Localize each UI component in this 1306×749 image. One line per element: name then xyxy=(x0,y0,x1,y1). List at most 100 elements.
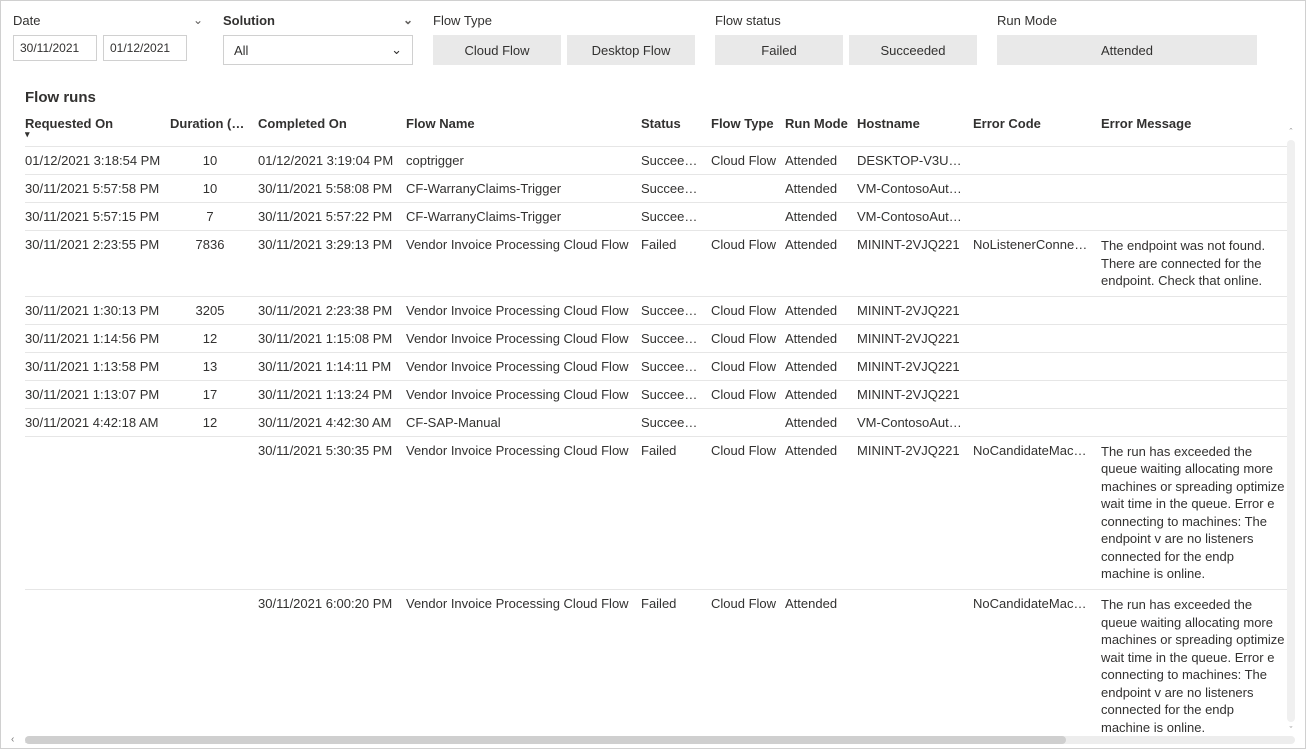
table-row[interactable]: 30/11/2021 1:14:56 PM1230/11/2021 1:15:0… xyxy=(25,324,1293,352)
cell-completed-on: 01/12/2021 3:19:04 PM xyxy=(258,147,406,175)
cell-error-code xyxy=(973,380,1101,408)
cell-flow-name: CF-SAP-Manual xyxy=(406,408,641,436)
cell-requested-on: 30/11/2021 1:13:07 PM xyxy=(25,380,170,408)
filter-flow-status: Flow status Failed Succeeded xyxy=(715,9,977,65)
filter-flow-type: Flow Type Cloud Flow Desktop Flow xyxy=(433,9,695,65)
cell-error-code xyxy=(973,147,1101,175)
filter-date-label: Date xyxy=(13,13,40,28)
col-status[interactable]: Status xyxy=(641,110,711,147)
cell-error-message xyxy=(1101,408,1293,436)
filter-date-header[interactable]: Date ⌄ xyxy=(13,9,203,31)
col-duration[interactable]: Duration (Sec) xyxy=(170,110,258,147)
cell-completed-on: 30/11/2021 1:13:24 PM xyxy=(258,380,406,408)
cell-requested-on: 30/11/2021 1:14:56 PM xyxy=(25,324,170,352)
date-to-input[interactable] xyxy=(103,35,187,61)
cell-error-code xyxy=(973,203,1101,231)
cell-hostname: MININT-2VJQ221 xyxy=(857,352,973,380)
cell-status: Succeeded xyxy=(641,380,711,408)
solution-select[interactable]: All ⌄ xyxy=(223,35,413,65)
col-flow-type[interactable]: Flow Type xyxy=(711,110,785,147)
cell-hostname: MININT-2VJQ221 xyxy=(857,436,973,589)
flow-status-failed[interactable]: Failed xyxy=(715,35,843,65)
table-row[interactable]: 30/11/2021 5:57:15 PM730/11/2021 5:57:22… xyxy=(25,203,1293,231)
cell-flow-type xyxy=(711,203,785,231)
cell-run-mode: Attended xyxy=(785,352,857,380)
scroll-down-icon[interactable]: ˇ xyxy=(1287,724,1295,736)
cell-duration xyxy=(170,436,258,589)
flow-status-succeeded[interactable]: Succeeded xyxy=(849,35,977,65)
run-mode-attended[interactable]: Attended xyxy=(997,35,1257,65)
cell-duration: 13 xyxy=(170,352,258,380)
table-row[interactable]: 30/11/2021 1:30:13 PM320530/11/2021 2:23… xyxy=(25,296,1293,324)
cell-duration: 12 xyxy=(170,324,258,352)
cell-run-mode: Attended xyxy=(785,408,857,436)
cell-error-message: The endpoint was not found. There are co… xyxy=(1101,231,1293,297)
table-row[interactable]: 30/11/2021 4:42:18 AM1230/11/2021 4:42:3… xyxy=(25,408,1293,436)
col-hostname[interactable]: Hostname xyxy=(857,110,973,147)
table-row[interactable]: 30/11/2021 2:23:55 PM783630/11/2021 3:29… xyxy=(25,231,1293,297)
cell-run-mode: Attended xyxy=(785,147,857,175)
table-row[interactable]: 30/11/2021 1:13:58 PM1330/11/2021 1:14:1… xyxy=(25,352,1293,380)
cell-duration: 7836 xyxy=(170,231,258,297)
table-row[interactable]: 30/11/2021 6:00:20 PMVendor Invoice Proc… xyxy=(25,590,1293,743)
cell-error-code: NoCandidateMachine xyxy=(973,590,1101,743)
cell-run-mode: Attended xyxy=(785,175,857,203)
cell-requested-on xyxy=(25,590,170,743)
table-wrap: Requested On ▾ Duration (Sec) Completed … xyxy=(1,110,1305,748)
cell-flow-name: Vendor Invoice Processing Cloud Flow xyxy=(406,436,641,589)
cell-flow-name: Vendor Invoice Processing Cloud Flow xyxy=(406,590,641,743)
col-requested-on[interactable]: Requested On ▾ xyxy=(25,110,170,147)
col-flow-name[interactable]: Flow Name xyxy=(406,110,641,147)
cell-hostname: VM-ContosoAutoC xyxy=(857,203,973,231)
table-row[interactable]: 30/11/2021 1:13:07 PM1730/11/2021 1:13:2… xyxy=(25,380,1293,408)
scroll-thumb[interactable] xyxy=(25,736,1066,744)
cell-status: Succeeded xyxy=(641,175,711,203)
cell-hostname: VM-ContosoAutoC xyxy=(857,408,973,436)
cell-requested-on: 30/11/2021 1:13:58 PM xyxy=(25,352,170,380)
cell-error-message xyxy=(1101,147,1293,175)
col-completed-on[interactable]: Completed On xyxy=(258,110,406,147)
cell-flow-type xyxy=(711,175,785,203)
cell-flow-type: Cloud Flow xyxy=(711,352,785,380)
horizontal-scrollbar[interactable]: ‹ › xyxy=(25,736,1295,744)
cell-run-mode: Attended xyxy=(785,203,857,231)
cell-requested-on: 30/11/2021 4:42:18 AM xyxy=(25,408,170,436)
cell-flow-type: Cloud Flow xyxy=(711,380,785,408)
cell-error-code xyxy=(973,175,1101,203)
cell-duration: 10 xyxy=(170,175,258,203)
cell-duration: 12 xyxy=(170,408,258,436)
cell-status: Succeeded xyxy=(641,408,711,436)
cell-duration: 17 xyxy=(170,380,258,408)
cell-error-code xyxy=(973,352,1101,380)
scroll-left-icon[interactable]: ‹ xyxy=(11,734,14,745)
cell-completed-on: 30/11/2021 5:57:22 PM xyxy=(258,203,406,231)
cell-run-mode: Attended xyxy=(785,296,857,324)
col-requested-on-label: Requested On xyxy=(25,116,113,131)
table-row[interactable]: 30/11/2021 5:30:35 PMVendor Invoice Proc… xyxy=(25,436,1293,589)
vertical-scrollbar[interactable]: ˆ ˇ xyxy=(1287,140,1295,722)
filter-solution-header[interactable]: Solution ⌄ xyxy=(223,9,413,31)
cell-run-mode: Attended xyxy=(785,324,857,352)
cell-duration: 3205 xyxy=(170,296,258,324)
col-run-mode[interactable]: Run Mode xyxy=(785,110,857,147)
cell-status: Failed xyxy=(641,436,711,589)
date-from-input[interactable] xyxy=(13,35,97,61)
chevron-down-icon: ⌄ xyxy=(193,13,203,27)
scroll-up-icon[interactable]: ˆ xyxy=(1287,126,1295,138)
filter-run-mode-label: Run Mode xyxy=(997,9,1293,31)
flow-type-desktop[interactable]: Desktop Flow xyxy=(567,35,695,65)
cell-status: Succeeded xyxy=(641,147,711,175)
cell-duration: 10 xyxy=(170,147,258,175)
filter-date: Date ⌄ xyxy=(13,9,203,61)
table-row[interactable]: 01/12/2021 3:18:54 PM1001/12/2021 3:19:0… xyxy=(25,147,1293,175)
cell-status: Succeeded xyxy=(641,296,711,324)
cell-hostname: MININT-2VJQ221 xyxy=(857,231,973,297)
col-error-code[interactable]: Error Code xyxy=(973,110,1101,147)
chevron-down-icon: ⌄ xyxy=(403,13,413,27)
flow-type-cloud[interactable]: Cloud Flow xyxy=(433,35,561,65)
cell-error-message xyxy=(1101,352,1293,380)
cell-hostname: VM-ContosoAutoC xyxy=(857,175,973,203)
table-row[interactable]: 30/11/2021 5:57:58 PM1030/11/2021 5:58:0… xyxy=(25,175,1293,203)
col-error-message[interactable]: Error Message xyxy=(1101,110,1293,147)
cell-duration: 7 xyxy=(170,203,258,231)
